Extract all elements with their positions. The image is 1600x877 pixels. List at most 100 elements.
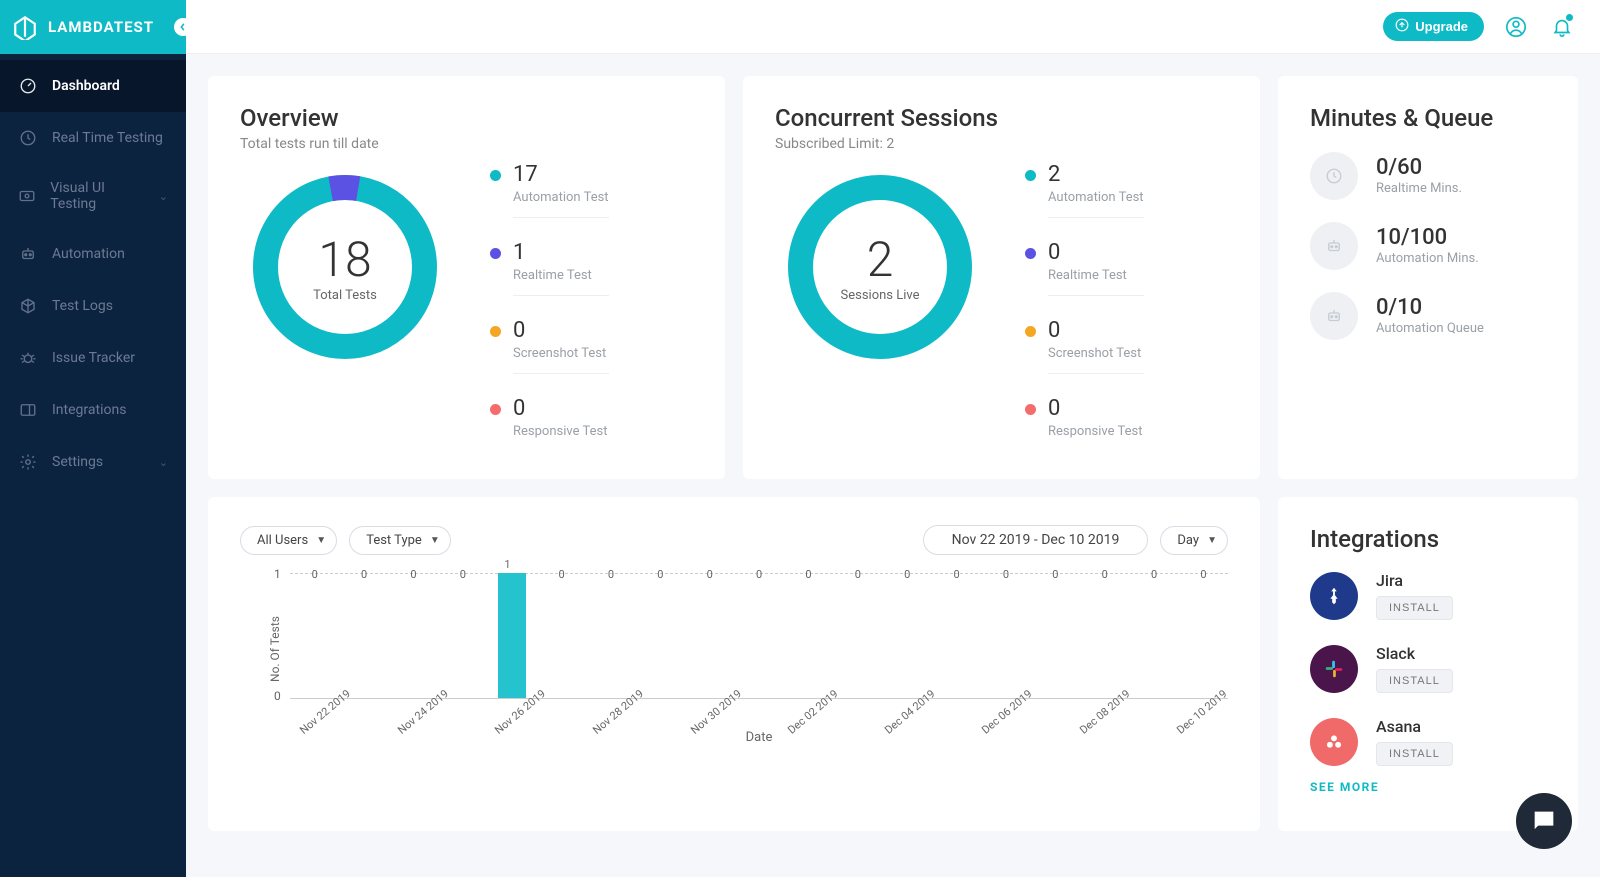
overview-total: 18	[318, 231, 371, 288]
clock-icon	[1310, 152, 1358, 200]
minutes-item: 10/100Automation Mins.	[1310, 222, 1546, 270]
brand-bar: LAMBDATEST	[0, 0, 186, 54]
legend-label: Screenshot Test	[1048, 346, 1144, 374]
users-filter-select[interactable]: All Users ▼	[240, 526, 337, 555]
bar-value-label: 0	[312, 568, 318, 581]
bar-rect	[498, 573, 526, 698]
bar-value-label: 0	[460, 568, 466, 581]
x-tick	[941, 696, 977, 729]
bar-column: 0	[389, 573, 438, 698]
sidebar-item-label: Issue Tracker	[52, 350, 135, 366]
bar-column: 0	[290, 573, 339, 698]
integrations-see-more-link[interactable]: SEE MORE	[1310, 780, 1546, 794]
sidebar-item-integrations[interactable]: Integrations	[0, 384, 186, 436]
integration-name: Jira	[1376, 571, 1453, 590]
topbar: Upgrade	[186, 0, 1600, 54]
bar-value-label: 0	[1151, 568, 1157, 581]
legend-label: Realtime Test	[513, 268, 609, 296]
x-tick	[844, 696, 880, 729]
chevron-down-icon: ⌄	[159, 456, 168, 469]
legend-dot-icon	[490, 248, 501, 259]
integration-install-button[interactable]: INSTALL	[1376, 669, 1453, 693]
minutes-item: 0/10Automation Queue	[1310, 292, 1546, 340]
legend-item: 0Screenshot Test	[1025, 320, 1144, 374]
legend-value: 17	[513, 164, 538, 186]
upgrade-icon	[1395, 18, 1409, 35]
legend-label: Responsive Test	[1048, 424, 1144, 451]
sidebar-item-label: Settings	[52, 454, 103, 470]
y-tick: 0	[274, 689, 281, 703]
legend-value: 2	[1048, 164, 1060, 186]
minutes-card: Minutes & Queue 0/60Realtime Mins. 10/100…	[1278, 76, 1578, 479]
bar-column: 0	[1031, 573, 1080, 698]
date-range-label: Nov 22 2019 - Dec 10 2019	[952, 532, 1120, 548]
sidebar-item-real-time-testing[interactable]: Real Time Testing	[0, 112, 186, 164]
sidebar-item-label: Real Time Testing	[52, 130, 163, 146]
sidebar-item-settings[interactable]: Settings ⌄	[0, 436, 186, 488]
bar-value-label: 1	[504, 558, 510, 571]
bar-value-label: 0	[657, 568, 663, 581]
legend-dot-icon	[490, 404, 501, 415]
sidebar-item-issue-tracker[interactable]: Issue Tracker	[0, 332, 186, 384]
bar-value-label: 0	[904, 568, 910, 581]
concurrent-donut: 2 Sessions Live	[775, 162, 985, 372]
bar-value-label: 0	[608, 568, 614, 581]
legend-dot-icon	[490, 170, 501, 181]
upgrade-label: Upgrade	[1415, 19, 1468, 34]
bar-column: 1	[488, 573, 537, 698]
upgrade-button[interactable]: Upgrade	[1383, 12, 1484, 41]
bar-value-label: 0	[756, 568, 762, 581]
test-type-filter-select[interactable]: Test Type ▼	[349, 526, 451, 555]
sidebar-nav: Dashboard Real Time Testing Visual UI Test…	[0, 54, 186, 488]
legend-label: Realtime Test	[1048, 268, 1144, 296]
sidebar-item-label: Integrations	[52, 402, 126, 418]
sidebar-item-automation[interactable]: Automation	[0, 228, 186, 280]
x-tick	[649, 696, 685, 729]
bar-value-label: 0	[1003, 568, 1009, 581]
bar-value-label: 0	[953, 568, 959, 581]
sidebar-item-visual-ui-testing[interactable]: Visual UI Testing⌄	[0, 164, 186, 228]
legend-item: 0Responsive Test	[490, 398, 609, 451]
tests-bar-chart: No. Of Tests 1 0 0000100000000000000 Nov…	[240, 573, 1228, 803]
integration-install-button[interactable]: INSTALL	[1376, 742, 1453, 766]
bar-column: 0	[586, 573, 635, 698]
integration-logo-icon	[1310, 572, 1358, 620]
clock-icon	[18, 128, 38, 148]
date-range-select[interactable]: Nov 22 2019 - Dec 10 2019	[923, 525, 1149, 555]
overview-card: Overview Total tests run till date 18 To…	[208, 76, 725, 479]
minutes-title: Minutes & Queue	[1310, 104, 1546, 132]
granularity-select[interactable]: Day ▼	[1160, 526, 1228, 555]
concurrent-card: Concurrent Sessions Subscribed Limit: 2 …	[743, 76, 1260, 479]
sidebar-item-label: Dashboard	[52, 78, 120, 94]
bar-column: 0	[981, 573, 1030, 698]
sidebar-item-test-logs[interactable]: Test Logs	[0, 280, 186, 332]
bar-value-label: 0	[410, 568, 416, 581]
brand-logo-icon	[12, 14, 38, 40]
integration-name: Slack	[1376, 644, 1453, 663]
x-tick	[1038, 696, 1074, 729]
bar-column: 0	[1179, 573, 1228, 698]
overview-subtitle: Total tests run till date	[240, 136, 693, 152]
bar-value-label: 0	[1102, 568, 1108, 581]
minutes-item: 0/60Realtime Mins.	[1310, 152, 1546, 200]
concurrent-subtitle: Subscribed Limit: 2	[775, 136, 1228, 152]
x-tick	[356, 696, 392, 729]
robot-icon	[18, 244, 38, 264]
notifications-icon[interactable]	[1548, 13, 1576, 41]
integration-item: Slack INSTALL	[1310, 644, 1546, 693]
sidebar-item-dashboard[interactable]: Dashboard	[0, 60, 186, 112]
x-tick	[454, 696, 490, 729]
sidebar-collapse-button[interactable]	[174, 18, 192, 36]
bug-icon	[18, 348, 38, 368]
legend-dot-icon	[1025, 170, 1036, 181]
legend-item: 2Automation Test	[1025, 164, 1144, 218]
chat-fab[interactable]	[1516, 793, 1572, 849]
bar-column: 0	[1129, 573, 1178, 698]
legend-dot-icon	[1025, 326, 1036, 337]
minutes-value: 0/10	[1376, 296, 1484, 320]
legend-item: 0Screenshot Test	[490, 320, 609, 374]
bar-value-label: 0	[558, 568, 564, 581]
bar-column: 0	[734, 573, 783, 698]
integration-install-button[interactable]: INSTALL	[1376, 596, 1453, 620]
profile-icon[interactable]	[1502, 13, 1530, 41]
